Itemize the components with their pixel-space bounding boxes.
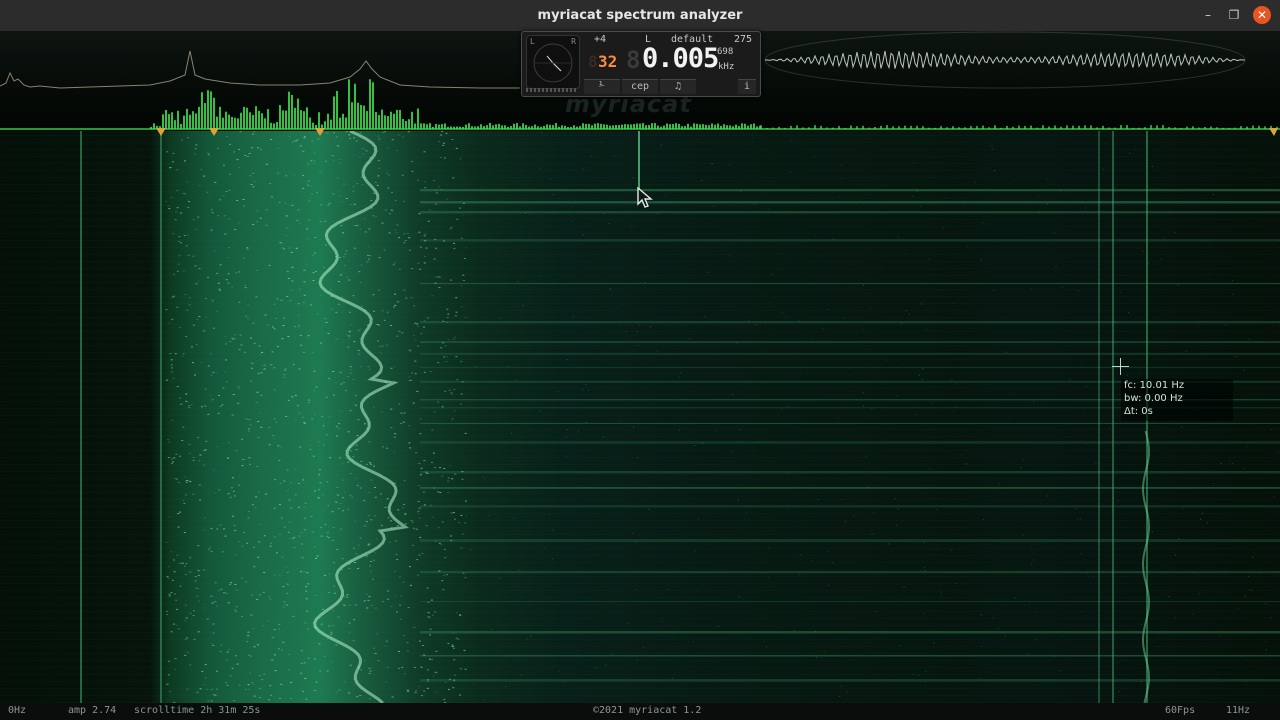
- close-button[interactable]: ✕: [1253, 6, 1271, 24]
- meter-dial-icon: [533, 43, 573, 83]
- stereo-meter[interactable]: L R: [526, 35, 580, 89]
- window-title: myriacat spectrum analyzer: [537, 8, 743, 23]
- bit-depth-value[interactable]: 32: [598, 52, 617, 71]
- status-bar: 0Hz amp 2.74 scrolltime 2h 31m 25s ©2021…: [0, 703, 1280, 720]
- peak-marker[interactable]: [315, 128, 325, 136]
- spectrogram-carriers: [80, 131, 1148, 703]
- status-amplitude[interactable]: amp 2.74: [68, 705, 116, 716]
- info-button[interactable]: i: [738, 79, 756, 94]
- digit-background: 8: [588, 52, 598, 71]
- status-max-frequency: 11Hz: [1226, 705, 1251, 716]
- maximize-button[interactable]: ❐: [1226, 7, 1242, 23]
- cursor-readout: fc: 10.01 Hz bw: 0.00 Hz Δt: 0s: [1121, 379, 1233, 421]
- mouse-pointer-icon: [637, 187, 653, 208]
- offset-value[interactable]: +4: [594, 34, 606, 45]
- value-sub: 698: [717, 47, 734, 57]
- spectrogram-overlay: [80, 131, 1280, 703]
- digit-background: 8: [626, 46, 641, 74]
- peak-marker[interactable]: [209, 128, 219, 136]
- readout-dt: Δt: 0s: [1124, 406, 1153, 417]
- status-min-frequency: 0Hz: [8, 705, 27, 716]
- crosshair-icon: [1112, 358, 1129, 375]
- peak-markers: [156, 128, 1278, 136]
- peak-marker[interactable]: [1269, 128, 1278, 136]
- title-bar[interactable]: myriacat spectrum analyzer – ❐ ✕: [0, 0, 1280, 32]
- spectrogram-tone-lines: [420, 189, 1280, 682]
- value-top: 275: [734, 34, 753, 45]
- spectrogram-wavy-trace: [313, 131, 409, 703]
- status-copyright: ©2021 myriacat 1.2: [593, 705, 702, 716]
- peak-marker[interactable]: [156, 128, 166, 136]
- spectrogram-canvas[interactable]: [0, 131, 1280, 703]
- scale-button[interactable]: ⅟: [584, 79, 620, 94]
- scope-waveform: [764, 31, 1246, 89]
- spectrum-history-line: [0, 50, 520, 89]
- cepstrum-button[interactable]: cep: [622, 79, 658, 94]
- status-scrolltime[interactable]: scrolltime 2h 31m 25s: [134, 705, 260, 716]
- music-note-button[interactable]: ♫: [660, 79, 696, 94]
- readout-bw: bw: 0.00 Hz: [1124, 393, 1183, 404]
- level-bar: [526, 88, 578, 92]
- frequency-unit: kHz: [718, 62, 735, 72]
- minimize-button[interactable]: –: [1200, 7, 1216, 23]
- frequency-display: 0.005: [642, 43, 719, 74]
- app-window: myriacat spectrum analyzer – ❐ ✕ myriaca…: [0, 0, 1280, 720]
- status-fps: 60Fps: [1165, 705, 1196, 716]
- readout-fc: fc: 10.01 Hz: [1124, 380, 1185, 391]
- control-panel: L R +4 L default 275 698 kHz 8 32 8 0.00…: [521, 31, 761, 97]
